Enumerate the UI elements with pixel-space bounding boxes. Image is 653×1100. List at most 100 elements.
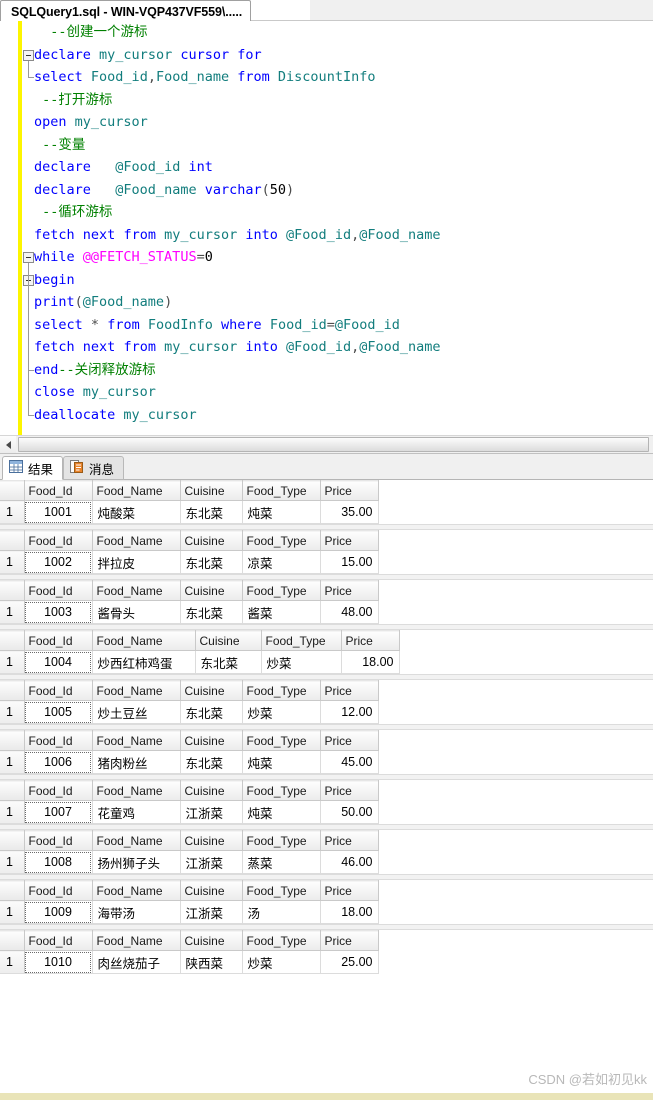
table-row[interactable]: 1 1001 炖酸菜 东北菜 炖菜 35.00	[0, 500, 379, 524]
table-cell[interactable]: 炒菜	[242, 950, 321, 974]
table-cell[interactable]: 凉菜	[242, 550, 321, 574]
column-header[interactable]: Cuisine	[180, 530, 243, 551]
table-cell[interactable]: 15.00	[320, 550, 379, 574]
column-header[interactable]: Price	[341, 630, 400, 651]
table-cell[interactable]: 江浙菜	[180, 850, 243, 874]
table-cell[interactable]: 江浙菜	[180, 800, 243, 824]
column-header[interactable]: Cuisine	[180, 730, 243, 751]
row-header-corner[interactable]	[0, 830, 25, 851]
column-header[interactable]: Food_Type	[242, 930, 321, 951]
row-number[interactable]: 1	[0, 900, 25, 924]
table-cell[interactable]: 1007	[24, 800, 93, 824]
column-header[interactable]: Food_Name	[92, 580, 181, 601]
document-tab-sqlquery1[interactable]: SQLQuery1.sql - WIN-VQP437VF559\.....	[0, 0, 252, 21]
row-header-corner[interactable]	[0, 480, 25, 501]
table-row[interactable]: 1 1008 扬州狮子头 江浙菜 蒸菜 46.00	[0, 850, 379, 874]
row-header-corner[interactable]	[0, 530, 25, 551]
column-header[interactable]: Food_Id	[24, 480, 93, 501]
table-row[interactable]: 1 1002 拌拉皮 东北菜 凉菜 15.00	[0, 550, 379, 574]
column-header[interactable]: Food_Type	[242, 480, 321, 501]
table-cell[interactable]: 酱骨头	[92, 600, 181, 624]
row-number[interactable]: 1	[0, 700, 25, 724]
row-header-corner[interactable]	[0, 680, 25, 701]
table-cell[interactable]: 1010	[24, 950, 93, 974]
table-cell[interactable]: 炒菜	[261, 650, 342, 674]
table-cell[interactable]: 花童鸡	[92, 800, 181, 824]
table-cell[interactable]: 1005	[24, 700, 93, 724]
row-number[interactable]: 1	[0, 600, 25, 624]
column-header[interactable]: Cuisine	[180, 930, 243, 951]
table-cell[interactable]: 1001	[24, 500, 93, 524]
table-cell[interactable]: 汤	[242, 900, 321, 924]
column-header[interactable]: Cuisine	[180, 480, 243, 501]
table-cell[interactable]: 炖菜	[242, 500, 321, 524]
column-header[interactable]: Price	[320, 530, 379, 551]
table-cell[interactable]: 46.00	[320, 850, 379, 874]
table-cell[interactable]: 蒸菜	[242, 850, 321, 874]
column-header[interactable]: Food_Id	[24, 530, 93, 551]
column-header[interactable]: Food_Name	[92, 930, 181, 951]
column-header[interactable]: Food_Type	[242, 530, 321, 551]
table-row[interactable]: 1 1007 花童鸡 江浙菜 炖菜 50.00	[0, 800, 379, 824]
table-row[interactable]: 1 1004 炒西红柿鸡蛋 东北菜 炒菜 18.00	[0, 650, 400, 674]
column-header[interactable]: Food_Name	[92, 630, 196, 651]
sql-code-editor[interactable]: --创建一个游标 declare my_cursor cursor for sele…	[0, 21, 653, 435]
column-header[interactable]: Food_Type	[261, 630, 342, 651]
table-cell[interactable]: 江浙菜	[180, 900, 243, 924]
column-header[interactable]: Price	[320, 480, 379, 501]
row-header-corner[interactable]	[0, 630, 25, 651]
table-cell[interactable]: 1004	[24, 650, 93, 674]
row-header-corner[interactable]	[0, 580, 25, 601]
column-header[interactable]: Food_Name	[92, 530, 181, 551]
table-cell[interactable]: 18.00	[320, 900, 379, 924]
column-header[interactable]: Cuisine	[180, 830, 243, 851]
column-header[interactable]: Food_Name	[92, 880, 181, 901]
column-header[interactable]: Food_Type	[242, 780, 321, 801]
column-header[interactable]: Price	[320, 830, 379, 851]
table-cell[interactable]: 炖菜	[242, 750, 321, 774]
table-row[interactable]: 1 1009 海带汤 江浙菜汤 18.00	[0, 900, 379, 924]
column-header[interactable]: Food_Type	[242, 830, 321, 851]
table-cell[interactable]: 1008	[24, 850, 93, 874]
table-cell[interactable]: 炒西红柿鸡蛋	[92, 650, 196, 674]
column-header[interactable]: Cuisine	[180, 580, 243, 601]
table-cell[interactable]: 25.00	[320, 950, 379, 974]
table-row[interactable]: 1 1006 猪肉粉丝 东北菜 炖菜 45.00	[0, 750, 379, 774]
column-header[interactable]: Food_Id	[24, 580, 93, 601]
table-cell[interactable]: 45.00	[320, 750, 379, 774]
column-header[interactable]: Food_Type	[242, 880, 321, 901]
collapse-minus-icon[interactable]	[23, 49, 34, 61]
row-header-corner[interactable]	[0, 780, 25, 801]
column-header[interactable]: Price	[320, 930, 379, 951]
table-cell[interactable]: 炒土豆丝	[92, 700, 181, 724]
column-header[interactable]: Cuisine	[180, 780, 243, 801]
table-row[interactable]: 1 1003 酱骨头 东北菜 酱菜 48.00	[0, 600, 379, 624]
column-header[interactable]: Cuisine	[180, 880, 243, 901]
column-header[interactable]: Food_Type	[242, 580, 321, 601]
row-number[interactable]: 1	[0, 550, 25, 574]
column-header[interactable]: Food_Name	[92, 480, 181, 501]
row-header-corner[interactable]	[0, 730, 25, 751]
table-cell[interactable]: 1003	[24, 600, 93, 624]
table-cell[interactable]: 东北菜	[180, 750, 243, 774]
results-grid[interactable]: Food_Id Food_Name Cuisine Food_Type Price 1 10…	[0, 480, 653, 974]
table-cell[interactable]: 1002	[24, 550, 93, 574]
table-cell[interactable]: 50.00	[320, 800, 379, 824]
table-cell[interactable]: 东北菜	[180, 700, 243, 724]
column-header[interactable]: Food_Id	[24, 880, 93, 901]
table-cell[interactable]: 东北菜	[180, 600, 243, 624]
column-header[interactable]: Food_Id	[24, 730, 93, 751]
table-cell[interactable]: 拌拉皮	[92, 550, 181, 574]
row-number[interactable]: 1	[0, 750, 25, 774]
column-header[interactable]: Food_Type	[242, 680, 321, 701]
column-header[interactable]: Food_Id	[24, 680, 93, 701]
column-header[interactable]: Food_Id	[24, 630, 93, 651]
table-row[interactable]: 1 1010 肉丝烧茄子 陕西菜 炒菜 25.00	[0, 950, 379, 974]
collapse-minus-icon[interactable]	[23, 252, 34, 263]
scroll-left-button[interactable]	[0, 436, 16, 453]
scrollbar-thumb[interactable]	[18, 437, 649, 452]
column-header[interactable]: Cuisine	[195, 630, 262, 651]
results-tab-results[interactable]: 结果	[2, 456, 64, 480]
table-cell[interactable]: 18.00	[341, 650, 400, 674]
table-cell[interactable]: 1009	[24, 900, 93, 924]
